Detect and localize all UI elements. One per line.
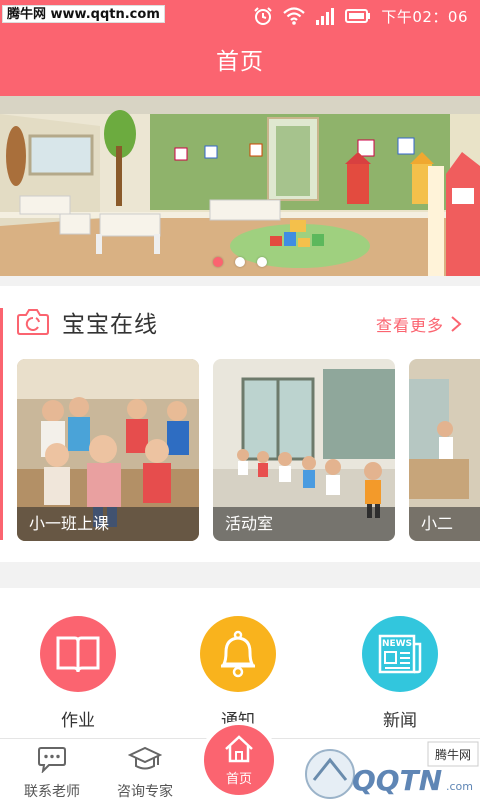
wifi-icon (283, 7, 306, 25)
card-label: 小一班上课 (17, 507, 199, 541)
banner-carousel[interactable] (0, 96, 480, 276)
menu-item-homework[interactable]: 作业 (18, 616, 138, 731)
nav-label: 首页 (225, 772, 252, 787)
nav-item-home[interactable]: 首页 (200, 721, 278, 799)
baby-online-section: 宝宝在线 查看更多 小一班上课 活动室 小二 (0, 286, 480, 562)
alarm-icon (254, 7, 273, 25)
video-card-list[interactable]: 小一班上课 活动室 小二 (17, 359, 480, 541)
see-more-label: 查看更多 (375, 316, 444, 335)
status-time: 下午02：06 (381, 7, 468, 26)
status-icons: 下午02：06 (253, 6, 468, 26)
card-label: 活动室 (213, 507, 395, 541)
page-title: 首页 (216, 49, 264, 75)
section-header: 宝宝在线 (16, 304, 158, 340)
menu-label: 新闻 (383, 711, 417, 731)
classroom-photo (0, 96, 480, 276)
bell-icon (221, 630, 255, 678)
status-bar: 腾牛网 www.qqtn.com 下午02：06 (0, 0, 480, 32)
section-title: 宝宝在线 (62, 312, 158, 338)
card-label: 小二 (409, 507, 480, 541)
video-card[interactable]: 小一班上课 (17, 359, 199, 541)
banner-dots (0, 257, 480, 267)
newspaper-icon: NEWS (378, 634, 422, 674)
notice-button[interactable] (200, 616, 276, 692)
nav-item-consult-expert[interactable]: 咨询专家 (105, 745, 185, 800)
svg-text:QQTN: QQTN (352, 764, 442, 797)
chevron-right-icon (451, 316, 462, 332)
nav-label: 联系老师 (24, 784, 80, 800)
graduation-cap-icon (127, 746, 163, 770)
watermark-label: 腾牛网 www.qqtn.com (2, 5, 165, 23)
app-header: 首页 (0, 32, 480, 96)
home-icon (225, 735, 253, 763)
banner-dot[interactable] (235, 257, 245, 267)
svg-text:.com: .com (446, 780, 473, 793)
watermark-logo: QQTN .com 腾牛网 (305, 741, 479, 799)
banner-dot[interactable] (213, 257, 223, 267)
news-button[interactable]: NEWS (362, 616, 438, 692)
signal-icon (316, 8, 335, 25)
homework-button[interactable] (40, 616, 116, 692)
camera-icon (17, 309, 49, 335)
nav-item-contact-teacher[interactable]: 联系老师 (12, 745, 92, 800)
menu-label: 作业 (61, 711, 95, 731)
video-card[interactable]: 活动室 (213, 359, 395, 541)
menu-item-notice[interactable]: 通知 (178, 616, 298, 731)
chat-icon (38, 747, 66, 774)
svg-text:NEWS: NEWS (382, 639, 412, 649)
menu-item-news[interactable]: NEWS 新闻 (340, 616, 460, 731)
book-icon (56, 636, 100, 673)
section-accent-bar (0, 308, 3, 540)
banner-dot[interactable] (257, 257, 267, 267)
svg-text:腾牛网: 腾牛网 (435, 747, 471, 762)
see-more-link[interactable]: 查看更多 (376, 312, 462, 336)
feature-menu: 作业 通知 NEWS 新闻 (0, 588, 480, 738)
nav-label: 咨询专家 (117, 784, 173, 800)
video-card[interactable]: 小二 (409, 359, 480, 541)
battery-icon (345, 9, 371, 23)
